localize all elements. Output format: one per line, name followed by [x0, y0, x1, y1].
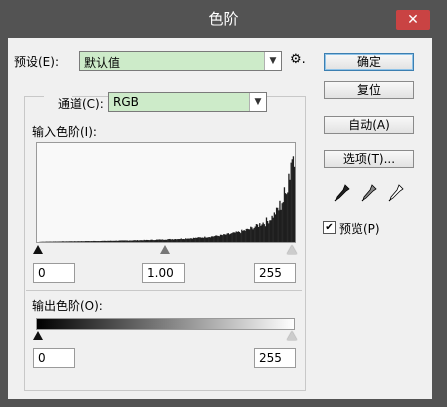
title-bar[interactable]: 色阶 ✕	[0, 0, 447, 38]
input-gamma-slider[interactable]	[160, 245, 170, 254]
preview-label: 预览(P)	[339, 222, 380, 236]
channel-value: RGB	[113, 95, 139, 109]
channel-select[interactable]: RGB ▼	[108, 92, 267, 112]
histogram	[36, 142, 296, 243]
input-white-field[interactable]: 255	[254, 263, 296, 283]
levels-dialog: 色阶 ✕ 预设(E): 默认值 ▼ ⚙. 通道(C): RGB ▼ 输入色阶(I…	[0, 0, 447, 407]
divider	[26, 290, 302, 291]
output-white-slider[interactable]	[287, 331, 297, 340]
black-eyedropper-icon[interactable]	[334, 184, 350, 202]
reset-button[interactable]: 复位	[324, 81, 414, 99]
preset-label: 预设(E):	[14, 55, 59, 69]
gray-eyedropper-icon[interactable]	[361, 184, 377, 202]
output-gradient	[36, 318, 295, 330]
output-black-slider[interactable]	[33, 331, 43, 340]
auto-button[interactable]: 自动(A)	[324, 116, 414, 134]
gear-icon[interactable]: ⚙.	[290, 52, 306, 67]
options-button[interactable]: 选项(T)...	[324, 150, 414, 168]
ok-button[interactable]: 确定	[324, 53, 414, 71]
preset-select[interactable]: 默认值 ▼	[79, 51, 282, 71]
input-black-slider[interactable]	[33, 245, 43, 254]
output-white-field[interactable]: 255	[254, 348, 296, 368]
preset-value: 默认值	[84, 56, 121, 70]
output-levels-label: 输出色阶(O):	[32, 299, 103, 313]
close-icon: ✕	[407, 12, 419, 28]
input-levels-label: 输入色阶(I):	[32, 125, 97, 139]
close-button[interactable]: ✕	[396, 10, 430, 30]
preview-checkbox[interactable]: ✔	[323, 221, 336, 234]
input-black-field[interactable]: 0	[33, 263, 75, 283]
chevron-down-icon: ▼	[264, 52, 281, 70]
input-white-slider[interactable]	[287, 245, 297, 254]
output-black-field[interactable]: 0	[33, 348, 75, 368]
histogram-bar	[293, 166, 296, 242]
channel-group	[24, 96, 306, 391]
channel-label: 通道(C):	[58, 97, 104, 111]
input-gamma-field[interactable]: 1.00	[142, 263, 185, 283]
white-eyedropper-icon[interactable]	[388, 184, 404, 202]
dialog-title: 色阶	[208, 10, 239, 28]
dialog-body: 预设(E): 默认值 ▼ ⚙. 通道(C): RGB ▼ 输入色阶(I): 0 …	[8, 38, 432, 399]
chevron-down-icon: ▼	[249, 93, 266, 111]
